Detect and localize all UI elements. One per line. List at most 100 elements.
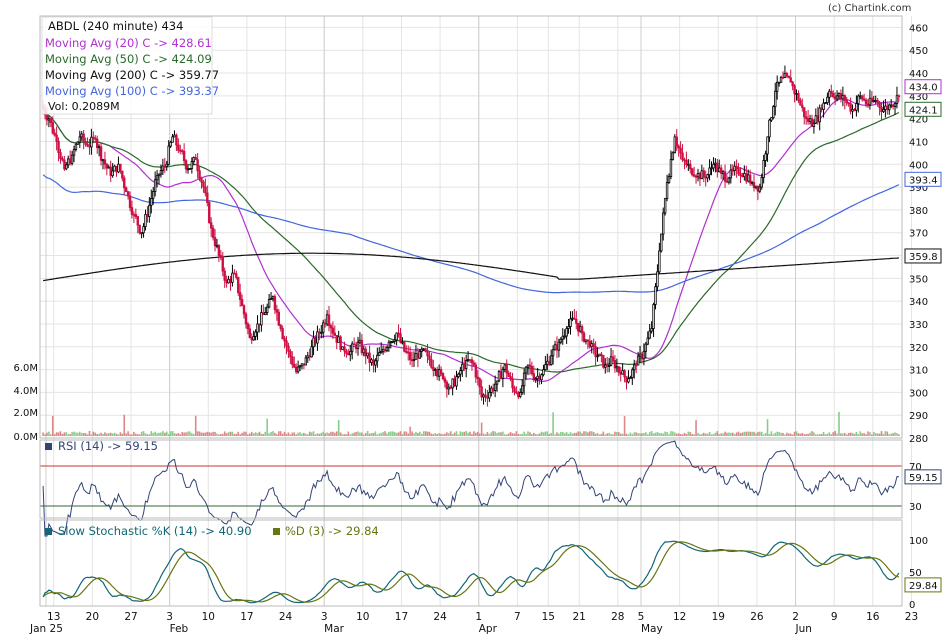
candle-down <box>690 168 694 176</box>
candle-up <box>167 145 170 165</box>
candle-up <box>571 317 574 320</box>
volume-bar <box>803 434 806 436</box>
volume-bar <box>635 432 637 436</box>
price-tick-label: 450 <box>909 46 928 57</box>
volume-bar <box>92 431 95 436</box>
volume-bar <box>689 432 692 436</box>
volume-bar <box>786 432 788 436</box>
candle-up <box>385 347 389 352</box>
volume-bar <box>612 434 614 436</box>
volume-bar <box>648 432 651 436</box>
volume-bar <box>469 431 471 436</box>
volume-bar <box>272 431 274 436</box>
volume-bar <box>330 431 332 436</box>
volume-bar <box>63 432 66 436</box>
candle-up <box>524 366 528 374</box>
volume-bar <box>467 432 469 436</box>
candle-down <box>242 305 246 315</box>
candle-down <box>891 104 895 107</box>
candle-down <box>640 353 644 360</box>
volume-bar <box>84 433 87 436</box>
candle-up <box>271 296 275 299</box>
candle-down <box>509 376 512 380</box>
date-tick-label: 10 <box>356 611 369 623</box>
volume-bar <box>774 432 777 436</box>
candle-up <box>215 244 219 247</box>
candle-down <box>126 191 130 197</box>
volume-bar <box>214 431 216 436</box>
candle-up <box>437 369 441 377</box>
volume-bar <box>160 432 162 436</box>
ma-value-tag: 434.0 <box>909 83 938 94</box>
candle-up <box>665 182 669 200</box>
volume-bar <box>523 431 525 436</box>
candle-up <box>306 355 309 359</box>
candle-down <box>853 109 856 111</box>
candle-down <box>124 187 128 193</box>
volume-label: Vol: 0.2089M <box>48 100 120 113</box>
volume-bar <box>720 433 722 436</box>
volume-bar <box>370 433 373 436</box>
volume-bar <box>256 433 259 436</box>
volume-bar <box>540 431 543 436</box>
candle-up <box>520 385 524 393</box>
stoch-k-label: Slow Stochastic %K (14) -> 40.90 <box>58 524 252 538</box>
candle-up <box>152 191 155 199</box>
volume-bar <box>111 433 114 436</box>
volume-bar <box>847 432 850 436</box>
volume-bar <box>476 431 479 436</box>
volume-bar <box>853 433 856 436</box>
date-tick-label: 2 <box>792 611 799 623</box>
month-label: Feb <box>170 623 189 635</box>
candle-up <box>654 286 657 305</box>
volume-bar <box>191 433 193 436</box>
date-tick-label: 23 <box>905 611 918 623</box>
volume-bar <box>871 434 873 436</box>
volume-bar <box>851 432 854 436</box>
volume-bar <box>480 422 483 436</box>
candle-up <box>466 359 470 361</box>
volume-bar <box>625 433 628 436</box>
candle-down <box>240 299 244 307</box>
candle-up <box>671 152 675 160</box>
candle-up <box>604 364 607 368</box>
volume-bar <box>616 432 618 436</box>
candle-down <box>517 392 520 398</box>
volume-bar <box>666 432 668 436</box>
volume-bar <box>51 415 54 436</box>
candle-down <box>580 326 584 334</box>
volume-bar <box>343 434 346 436</box>
candle-up <box>265 306 269 313</box>
candle-up <box>148 204 151 217</box>
volume-bar <box>743 431 746 436</box>
date-tick-label: 19 <box>712 611 725 623</box>
candle-down <box>59 152 62 160</box>
candle-up <box>387 341 391 348</box>
stoch-value-tag: 29.84 <box>909 581 938 592</box>
candle-up <box>551 349 555 357</box>
stoch-d-swatch <box>273 528 280 535</box>
candle-down <box>592 343 595 348</box>
candle-down <box>397 332 400 335</box>
candle-down <box>530 365 534 374</box>
volume-bar <box>150 431 153 436</box>
candle-down <box>441 373 445 380</box>
candle-down <box>528 364 532 367</box>
volume-bar <box>403 431 406 436</box>
volume-bar <box>517 433 520 436</box>
volume-bar <box>500 432 502 436</box>
candle-up <box>544 364 547 370</box>
candle-down <box>86 143 89 147</box>
volume-bar <box>361 432 363 436</box>
volume-bar <box>805 433 807 436</box>
volume-bar <box>241 432 243 436</box>
volume-bar <box>658 433 661 436</box>
candle-up <box>770 117 773 121</box>
candle-up <box>650 328 653 332</box>
stoch-tick-label: 100 <box>909 536 928 547</box>
volume-bar <box>80 433 83 436</box>
candle-up <box>267 299 271 308</box>
volume-bar <box>726 432 728 436</box>
candle-down <box>723 171 727 182</box>
candle-up <box>708 167 711 176</box>
